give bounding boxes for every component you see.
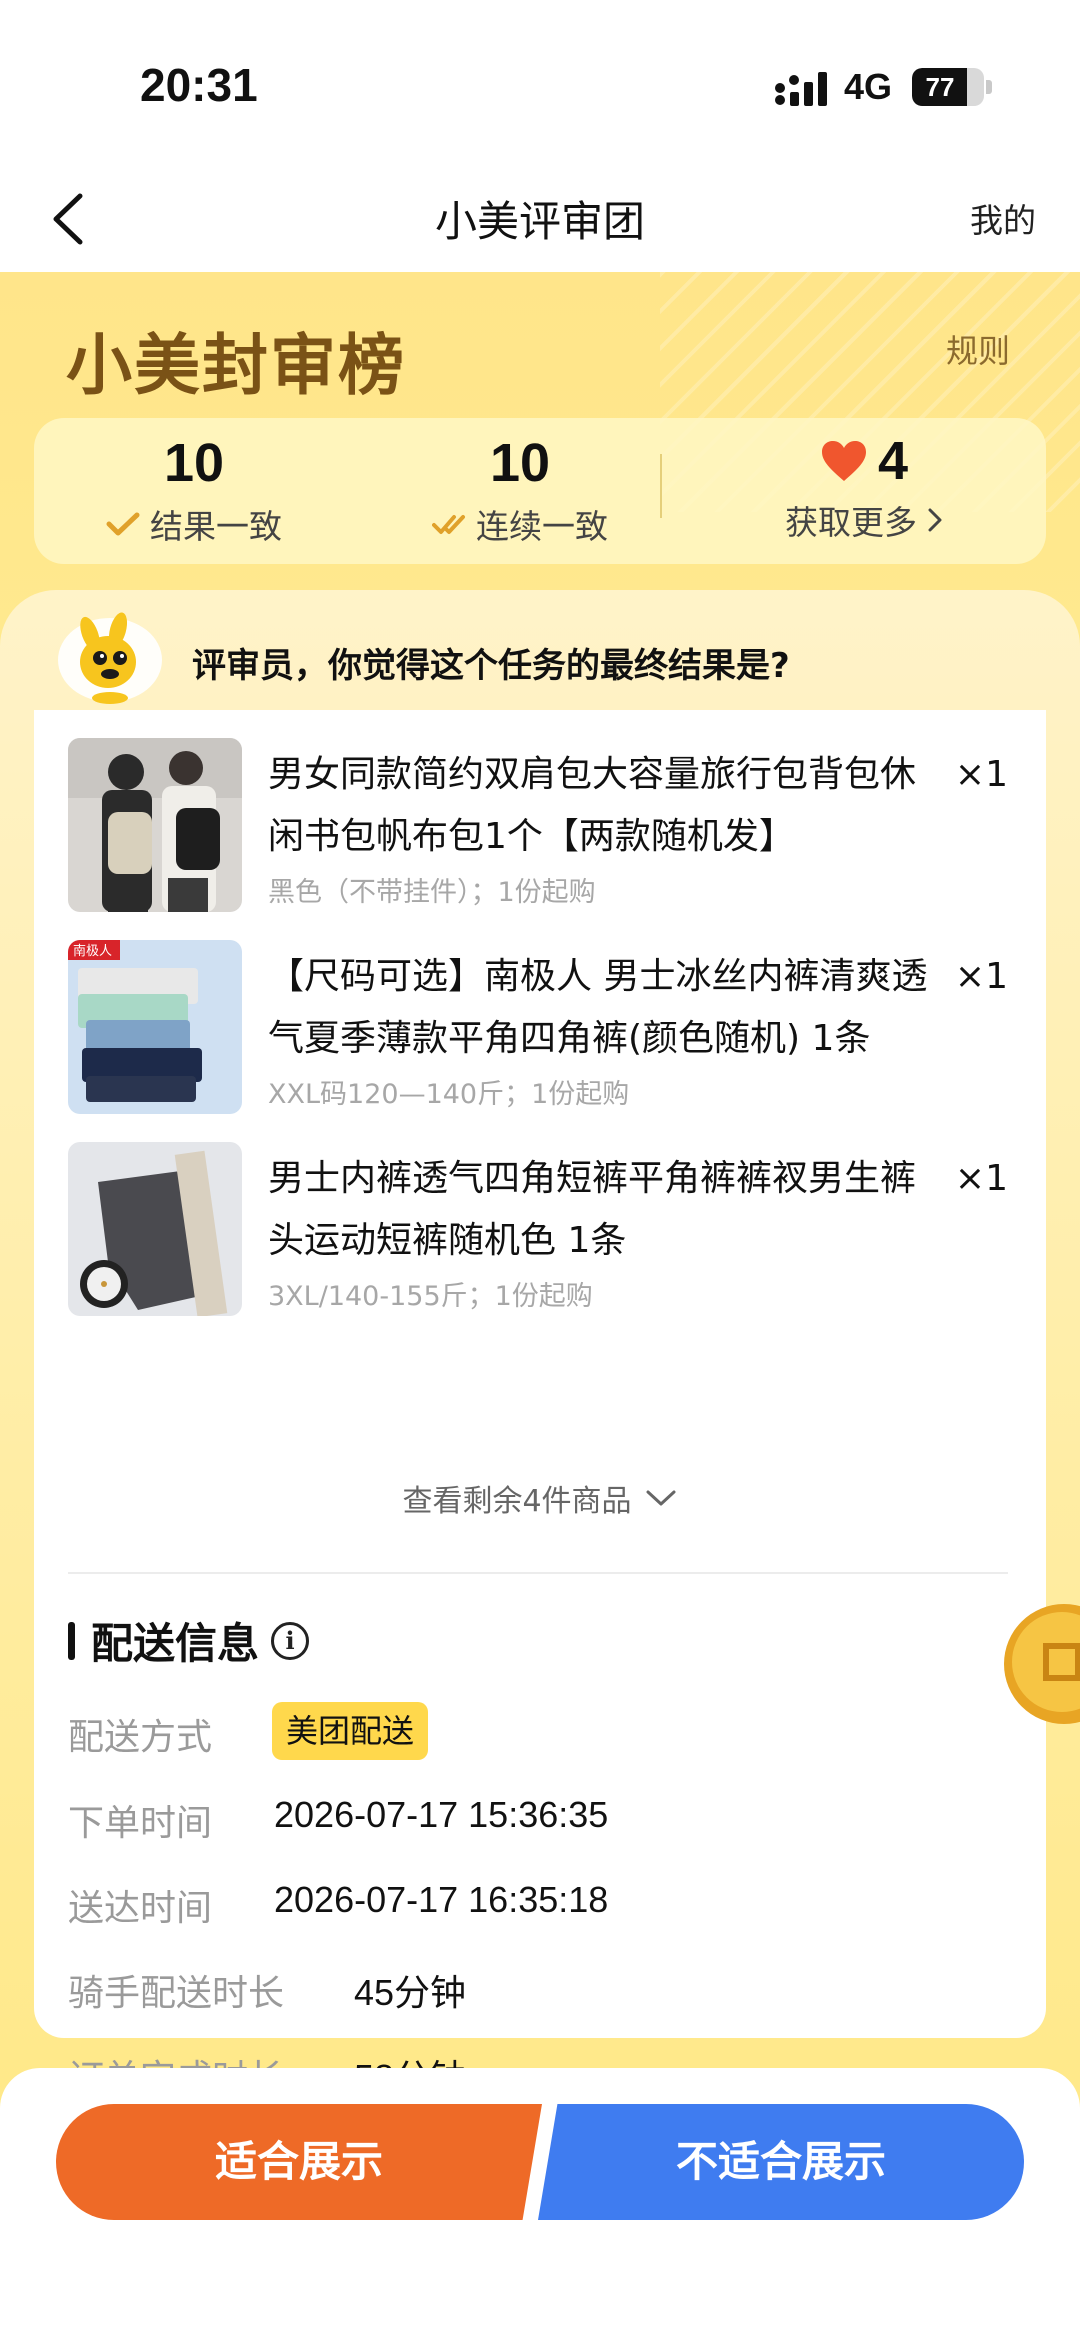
unsuitable-button[interactable]: 不适合展示 (538, 2104, 1024, 2220)
rider-duration-value: 45分钟 (354, 1972, 467, 2013)
product-quantity: ×1 (954, 1158, 1008, 1199)
battery-level: 77 (925, 72, 955, 102)
arrive-time-row: 送达时间 2026-07-17 16:35:18 (68, 1873, 1008, 1933)
thumb-brand-tag: 南极人 (73, 943, 112, 959)
check-icon (106, 512, 140, 536)
content-card: 男女同款简约双肩包大容量旅行包背包休闲书包帆布包1个【两款随机发】 ×1 黑色（… (34, 710, 1046, 2099)
view-more-button[interactable]: 查看剩余4件商品 (34, 1476, 1046, 1520)
suitable-button[interactable]: 适合展示 (56, 2104, 542, 2220)
divider (68, 1572, 1008, 1574)
order-time-value: 2026-07-17 15:36:35 (274, 1794, 609, 1835)
info-icon[interactable]: i (271, 1621, 310, 1660)
question-text: 评审员，你觉得这个任务的最终结果是? (192, 646, 790, 686)
get-more-link[interactable]: 获取更多 (785, 496, 917, 544)
question-row: 评审员，你觉得这个任务的最终结果是? (56, 612, 1036, 712)
stats-card: 10 结果一致 10 连续一致 4 获取更多 (34, 418, 1046, 564)
kangaroo-mascot-icon (58, 612, 162, 704)
stat-label: 连续一致 (476, 507, 608, 546)
double-check-icon (432, 515, 465, 534)
product-spec: 黑色（不带挂件）；1份起购 (268, 877, 596, 908)
product-quantity: ×1 (954, 956, 1008, 997)
product-image-boxers (68, 1142, 242, 1316)
delivery-method-row: 配送方式 美团配送 (68, 1702, 1008, 1762)
delivery-method-badge: 美团配送 (272, 1702, 429, 1760)
product-image-backpack (68, 738, 242, 912)
network-type: 4G (844, 66, 893, 107)
chevron-down-icon (646, 1490, 676, 1506)
section-title: 配送信息 (91, 1619, 260, 1668)
chevron-right-icon (928, 508, 942, 532)
review-banner: 小美封审榜 规则 10 结果一致 10 连续一致 4 获取更多 (0, 272, 1080, 632)
rules-link[interactable]: 规则 (946, 326, 1010, 372)
order-time-row: 下单时间 2026-07-17 15:36:35 (68, 1788, 1008, 1848)
product-title: 男女同款简约双肩包大容量旅行包背包休闲书包帆布包1个【两款随机发】 (268, 754, 917, 857)
product-quantity: ×1 (954, 754, 1008, 795)
arrive-time-value: 2026-07-17 16:35:18 (274, 1879, 609, 1920)
battery-icon: 77 (912, 68, 984, 106)
hearts-stat[interactable]: 4 获取更多 (734, 418, 994, 564)
coin-icon[interactable] (1000, 1600, 1080, 1728)
status-bar: 20:31 4G 77 (0, 0, 1080, 168)
product-item[interactable]: 南极人 【尺码可选】南极人 男士冰丝内裤清爽透气夏季薄款平角四角裤(颜色随机) … (68, 940, 1008, 1118)
stat-value: 10 (489, 433, 551, 493)
signal-icon (775, 72, 827, 106)
product-image-underwear: 南极人 (68, 940, 242, 1114)
mine-link[interactable]: 我的 (970, 194, 1036, 242)
info-label: 配送方式 (68, 1717, 213, 1758)
product-title: 男士内裤透气四角短裤平角裤裤衩男生裤头运动短裤随机色 1条 (268, 1158, 917, 1261)
product-item[interactable]: 男女同款简约双肩包大容量旅行包背包休闲书包帆布包1个【两款随机发】 ×1 黑色（… (68, 738, 1008, 916)
info-label: 送达时间 (68, 1888, 213, 1929)
banner-title: 小美封审榜 (66, 326, 406, 404)
info-label: 下单时间 (68, 1803, 213, 1844)
stat-result-consistent: 10 结果一致 (74, 418, 314, 564)
info-label: 骑手配送时长 (68, 1973, 285, 2014)
action-bar: 适合展示 不适合展示 (0, 2068, 1080, 2348)
stat-streak-consistent: 10 连续一致 (400, 418, 640, 564)
stat-value: 10 (163, 433, 225, 493)
review-sheet: 评审员，你觉得这个任务的最终结果是? 男女同款简约双肩包大容量旅行包背包休闲书包… (0, 590, 1080, 2099)
product-spec: 3XL/140-155斤；1份起购 (268, 1281, 593, 1312)
nav-bar: 小美评审团 我的 (0, 168, 1080, 272)
view-more-label: 查看剩余4件商品 (402, 1484, 632, 1519)
delivery-section-header: 配送信息 i (68, 1610, 310, 1671)
product-spec: XXL码120—140斤；1份起购 (268, 1079, 630, 1110)
heart-icon (821, 441, 866, 481)
stat-label: 结果一致 (150, 507, 282, 546)
product-title: 【尺码可选】南极人 男士冰丝内裤清爽透气夏季薄款平角四角裤(颜色随机) 1条 (268, 956, 928, 1059)
page-title: 小美评审团 (434, 197, 645, 246)
status-time: 20:31 (140, 59, 258, 111)
hearts-count: 4 (877, 431, 909, 491)
product-item[interactable]: 男士内裤透气四角短裤平角裤裤衩男生裤头运动短裤随机色 1条 ×1 3XL/140… (68, 1142, 1008, 1320)
rider-duration-row: 骑手配送时长 45分钟 (68, 1958, 1008, 2018)
